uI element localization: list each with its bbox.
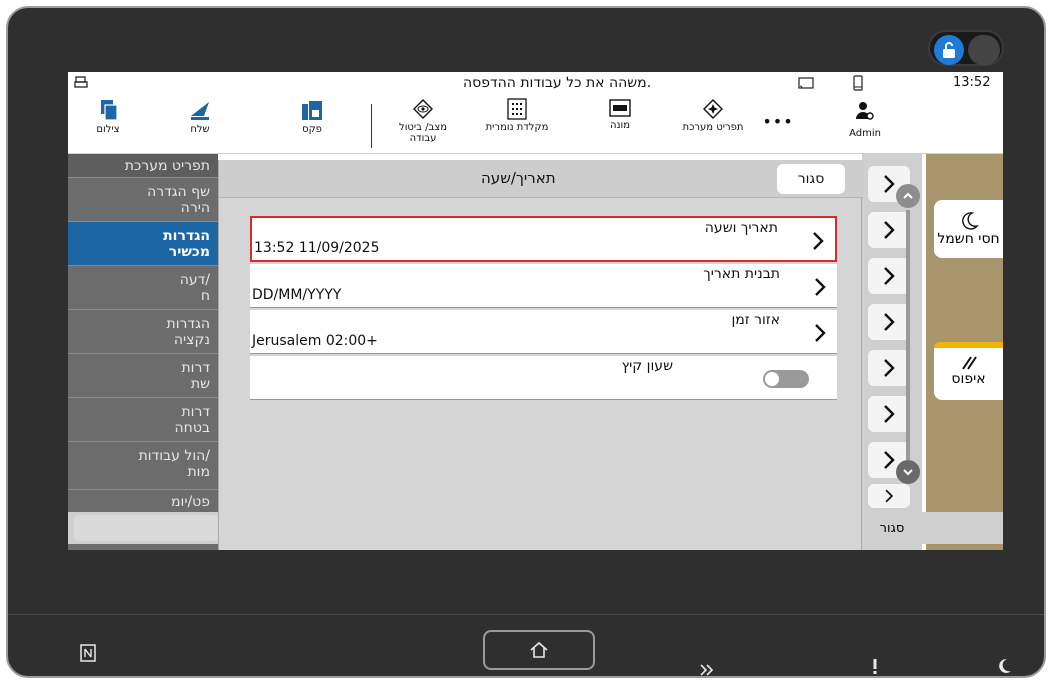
clock: 13:52 [953, 75, 991, 90]
eye-icon [413, 99, 433, 119]
row-arrow-3[interactable] [868, 258, 910, 294]
send-icon [191, 102, 209, 120]
row-label: תבנית תאריך [703, 266, 780, 282]
chevron-right-icon [884, 175, 895, 193]
numeric-keypad-button[interactable]: מקלדת נומרית [482, 98, 552, 133]
power-saver-icon [998, 658, 1012, 676]
nav-item-report[interactable]: דעה/ ח [68, 266, 218, 310]
chevron-right-icon [885, 489, 894, 503]
keypad-icon [507, 98, 527, 120]
bottom-left-bar [74, 515, 218, 541]
bottom-close-button[interactable]: סגור [863, 512, 921, 544]
reset-accent-bar [934, 342, 1003, 348]
row-arrow-6[interactable] [868, 396, 910, 432]
left-nav-panel: תפריט מערכת שף הגדרה הירה הגדרות מכשיר ד… [68, 154, 218, 550]
summer-time-toggle[interactable] [763, 370, 809, 388]
moon-icon [961, 212, 979, 230]
toolbar: צילום שלח פקס מצב/ ביטול עבודה מקלדת נומ… [68, 96, 1003, 154]
row-arrow-4[interactable] [868, 304, 910, 340]
printer-status-icon [74, 76, 88, 94]
toolbar-divider [371, 104, 372, 148]
fax-icon [302, 101, 322, 120]
system-menu-icon [703, 99, 723, 119]
row-summer-time: שעון קיץ [250, 356, 837, 400]
attention-icon [872, 658, 878, 676]
chevron-right-icon [884, 359, 895, 377]
chevron-right-icon [884, 313, 895, 331]
counter-button[interactable]: מונה [598, 98, 642, 131]
datetime-dialog: תאריך/שעה סגור תאריך ושעה 13:52 11/09/20… [218, 160, 863, 550]
device-bezel: משהה את כל עבודות ההדפסה. 13:52 צילום של… [6, 6, 1046, 678]
reset-button[interactable]: איפוס [934, 342, 1003, 400]
row-date-format[interactable]: תבנית תאריך DD/MM/YYYY [250, 264, 837, 308]
nav-item-device-settings[interactable]: הגדרות מכשיר [68, 222, 218, 266]
scrollbar-track[interactable] [906, 210, 910, 460]
nav-item-system-menu[interactable]: תפריט מערכת [68, 154, 218, 178]
touch-screen: משהה את כל עבודות ההדפסה. 13:52 צילום של… [68, 72, 1003, 550]
copy-button[interactable]: צילום [86, 98, 130, 135]
chevron-up-icon [903, 192, 913, 199]
hardware-divider [8, 614, 1044, 615]
send-button[interactable]: שלח [178, 98, 222, 135]
status-bar: משהה את כל עבודות ההדפסה. 13:52 [68, 72, 1003, 96]
row-label: שעון קיץ [621, 358, 673, 374]
more-icon: ••• [762, 112, 794, 131]
chevron-right-icon [813, 232, 824, 250]
scroll-down-button[interactable] [896, 460, 920, 484]
nav-item-function-settings[interactable]: הגדרות נקציה [68, 310, 218, 354]
row-arrow-5[interactable] [868, 350, 910, 386]
more-button[interactable]: ••• [762, 112, 794, 131]
dialog-title: תאריך/שעה [481, 169, 556, 187]
nav-item-job-management[interactable]: הול עבודות/ מות [68, 442, 218, 490]
row-value: DD/MM/YYYY [252, 287, 342, 303]
row-value: Jerusalem 02:00+ [252, 333, 378, 349]
row-label: תאריך ושעה [704, 220, 778, 236]
nav-item-partial[interactable]: פט/יומ [68, 490, 218, 514]
row-arrow-2[interactable] [868, 212, 910, 248]
chevron-right-icon [884, 405, 895, 423]
reset-icon [961, 356, 977, 370]
unlock-icon [934, 35, 964, 65]
dialog-close-button[interactable]: סגור [777, 164, 845, 194]
chevron-right-icon [884, 267, 895, 285]
job-status-button[interactable]: מצב/ ביטול עבודה [388, 98, 458, 144]
home-button[interactable] [483, 630, 595, 670]
device-icon [853, 75, 863, 95]
system-menu-button[interactable]: תפריט מערכת [678, 98, 748, 133]
row-label: אזור זמן [731, 312, 780, 328]
chevron-right-icon [884, 221, 895, 239]
chevron-right-icon [815, 278, 826, 296]
row-arrow-8[interactable] [868, 484, 910, 508]
copy-icon [101, 100, 118, 121]
scroll-up-button[interactable] [896, 184, 920, 208]
row-date-time[interactable]: תאריך ושעה 13:52 11/09/2025 [250, 216, 837, 262]
nav-item-security-settings[interactable]: דרות בטחה [68, 398, 218, 442]
chevron-right-icon [884, 451, 895, 469]
fax-button[interactable]: פקס [290, 98, 334, 135]
lock-toggle[interactable] [928, 30, 1004, 66]
energy-saver-button[interactable]: חסי חשמל [934, 200, 1003, 258]
nav-item-quick-setup[interactable]: שף הגדרה הירה [68, 178, 218, 222]
dialog-header: תאריך/שעה סגור [219, 160, 863, 198]
home-icon [530, 641, 548, 658]
nav-item-network-settings[interactable]: דרות שת [68, 354, 218, 398]
row-time-zone[interactable]: אזור זמן Jerusalem 02:00+ [250, 310, 837, 354]
row-value: 13:52 11/09/2025 [254, 240, 380, 256]
cast-icon [798, 77, 814, 93]
status-message: משהה את כל עבודות ההדפסה. [463, 75, 652, 91]
chevron-down-icon [903, 469, 913, 476]
counter-icon [609, 99, 631, 117]
admin-icon [856, 102, 874, 120]
data-indicator-icon [700, 660, 716, 676]
chevron-right-icon [815, 324, 826, 342]
nfc-icon [80, 644, 96, 667]
admin-button[interactable]: Admin [843, 100, 887, 139]
